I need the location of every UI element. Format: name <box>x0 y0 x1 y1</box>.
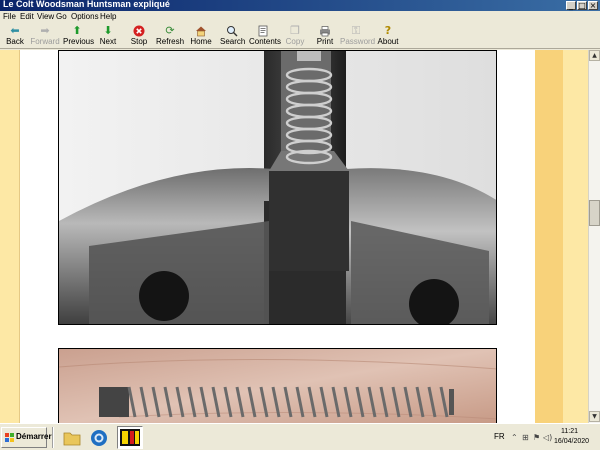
copy-icon: ❐ <box>290 24 300 37</box>
chevron-up-icon[interactable]: ⌃ <box>511 433 518 443</box>
print-button[interactable]: Print <box>316 25 334 49</box>
forward-button[interactable]: ➡ Forward <box>30 25 60 49</box>
left-arrow-icon: ⬅ <box>10 24 20 37</box>
system-tray: FR ⌃ ⊞ ⚑ ◁) 11:21 16/04/2020 <box>491 425 599 450</box>
scroll-up-button[interactable]: ▲ <box>589 50 600 61</box>
help-icon: ? <box>384 24 392 37</box>
stop-button[interactable]: Stop <box>129 25 149 49</box>
refresh-icon: ⟳ <box>165 24 175 37</box>
stop-icon <box>133 25 145 37</box>
clock-time[interactable]: 11:21 <box>561 428 578 435</box>
menu-help[interactable]: Help <box>100 11 116 23</box>
window-title: Le Colt Woodsman Huntsman expliqué <box>3 0 170 9</box>
toolbar: ⬅ Back ➡ Forward ⬆ Previous ⬇ Next Stop … <box>0 23 600 49</box>
minimize-button[interactable]: _ <box>566 1 576 10</box>
photo-spring-in-hand <box>58 348 497 423</box>
network-icon[interactable]: ⊞ <box>522 433 529 443</box>
flag-icon[interactable]: ⚑ <box>533 433 540 443</box>
help-viewer-icon <box>120 429 140 446</box>
folder-icon[interactable] <box>62 428 82 448</box>
vertical-scrollbar[interactable]: ▲ ▼ <box>588 50 600 423</box>
start-button[interactable]: Démarrer <box>1 427 52 448</box>
scroll-down-button[interactable]: ▼ <box>589 411 600 422</box>
key-icon: ⚿ <box>351 24 361 37</box>
menu-view[interactable]: View <box>37 11 54 23</box>
right-arrow-icon: ➡ <box>40 24 50 37</box>
menu-go[interactable]: Go <box>56 11 67 23</box>
home-icon <box>195 25 207 37</box>
search-icon <box>226 25 238 37</box>
task-button-help-viewer[interactable] <box>117 426 143 449</box>
taskbar: Démarrer FR ⌃ ⊞ ⚑ ◁) 11:21 16/04/2020 <box>0 423 600 450</box>
contents-button[interactable]: Contents <box>249 25 281 49</box>
home-button[interactable]: Home <box>190 25 212 49</box>
about-button[interactable]: ? About <box>377 25 399 49</box>
maximize-button[interactable]: □ <box>577 1 587 10</box>
copy-button[interactable]: ❐ Copy <box>285 25 305 49</box>
page-right-margin <box>563 50 588 423</box>
clock-date[interactable]: 16/04/2020 <box>554 438 589 445</box>
taskbar-separator <box>52 427 54 448</box>
printer-icon <box>319 25 331 37</box>
menu-options[interactable]: Options <box>71 11 99 23</box>
menu-bar: File Edit View Go Options Help <box>0 11 600 23</box>
password-button[interactable]: ⚿ Password <box>340 24 375 49</box>
document-view[interactable] <box>0 50 588 423</box>
search-button[interactable]: Search <box>220 25 245 49</box>
up-arrow-icon: ⬆ <box>72 24 82 37</box>
down-arrow-icon: ⬇ <box>103 24 113 37</box>
title-bar: Le Colt Woodsman Huntsman expliqué _ □ × <box>0 0 600 11</box>
windows-logo-icon <box>5 433 15 443</box>
page-left-border <box>0 50 20 423</box>
page-right-border <box>535 50 563 423</box>
menu-file[interactable]: File <box>3 11 16 23</box>
refresh-button[interactable]: ⟳ Refresh <box>156 25 184 49</box>
language-indicator[interactable]: FR <box>494 432 505 441</box>
close-button[interactable]: × <box>588 1 598 10</box>
next-button[interactable]: ⬇ Next <box>96 25 120 49</box>
photo-spring-in-vise <box>58 50 497 325</box>
previous-button[interactable]: ⬆ Previous <box>63 24 94 49</box>
menu-edit[interactable]: Edit <box>20 11 34 23</box>
volume-icon[interactable]: ◁) <box>543 433 552 443</box>
contents-icon <box>257 25 269 37</box>
scroll-thumb[interactable] <box>589 200 600 226</box>
browser-icon[interactable] <box>89 428 109 448</box>
back-button[interactable]: ⬅ Back <box>3 25 27 49</box>
